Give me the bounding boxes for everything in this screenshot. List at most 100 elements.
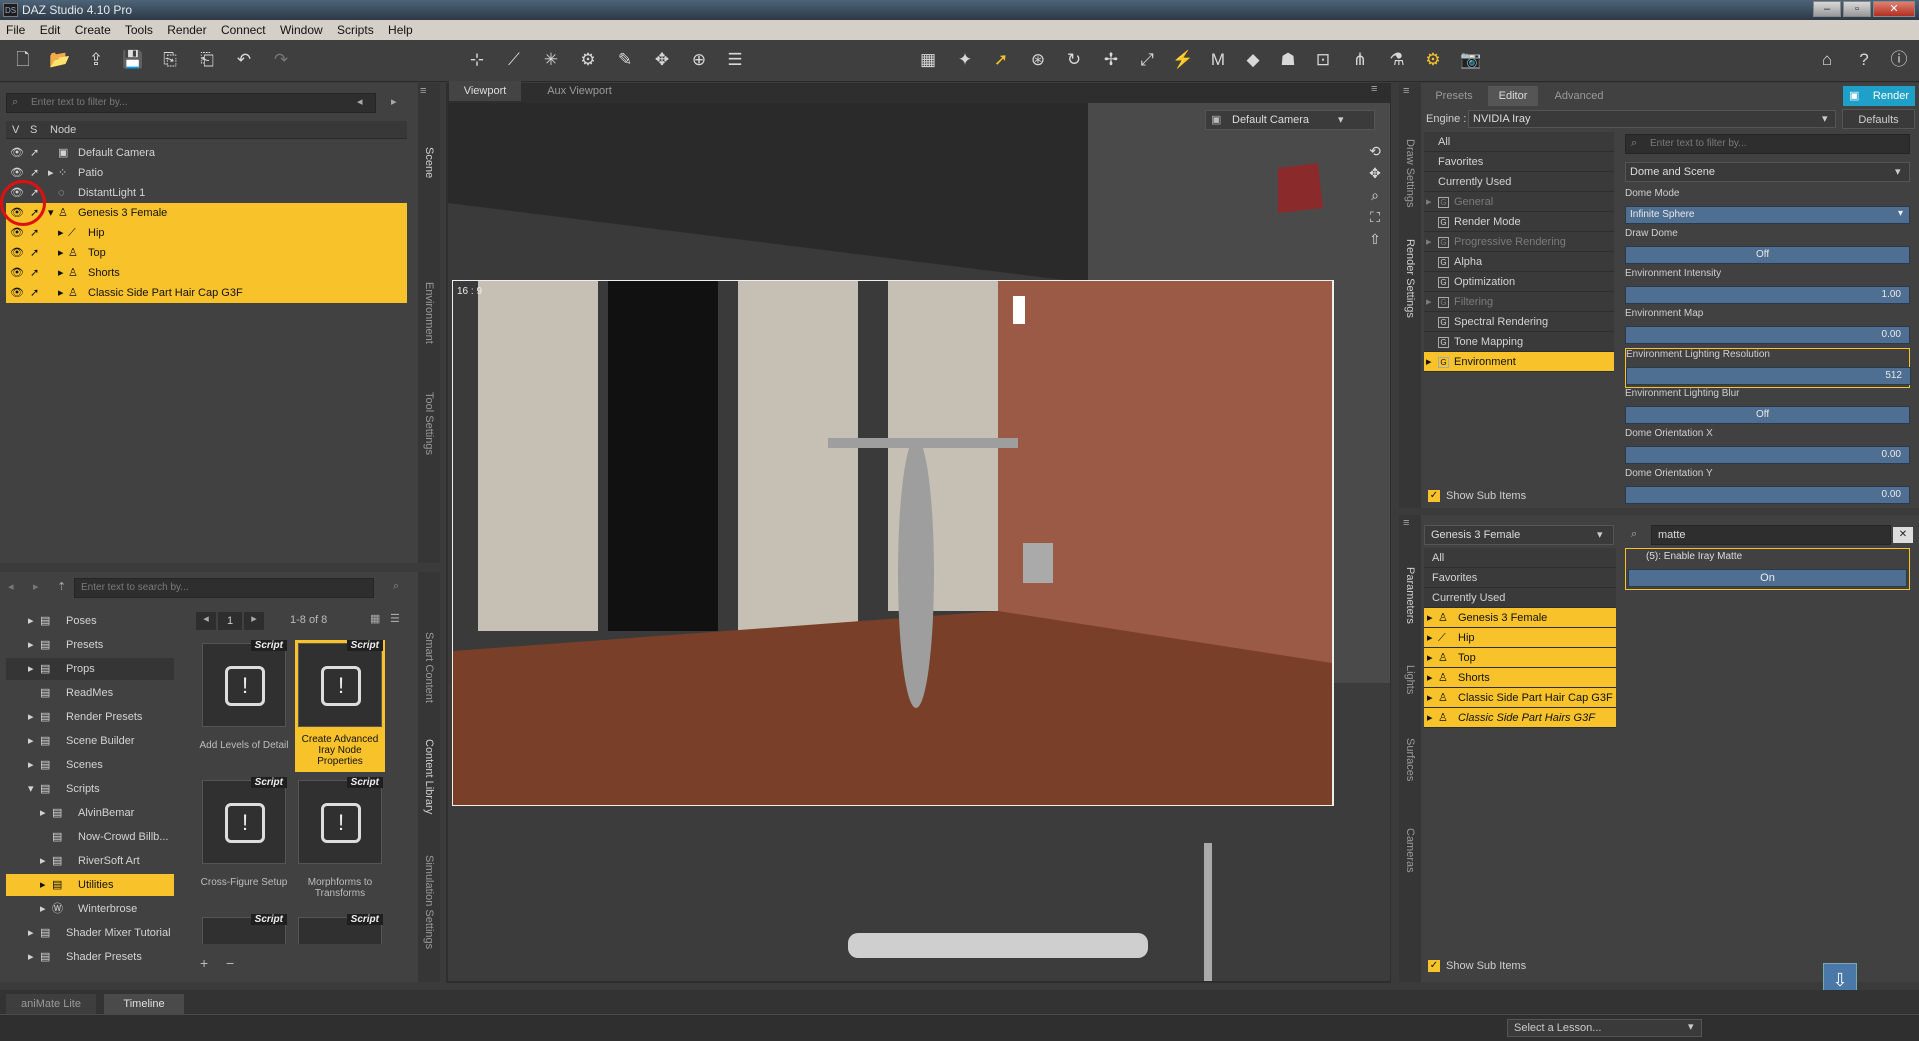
- chevron-down-icon[interactable]: ▾: [1688, 1020, 1694, 1033]
- tab-scene[interactable]: Scene: [420, 123, 438, 203]
- pointer-icon[interactable]: ➚: [30, 283, 39, 303]
- home-icon[interactable]: ⌂: [1816, 49, 1838, 71]
- expand-icon[interactable]: ▸: [1427, 628, 1433, 648]
- dome-mode-select[interactable]: Infinite Sphere ▾: [1625, 206, 1910, 224]
- tab-timeline[interactable]: Timeline: [104, 994, 184, 1014]
- arrow-right-icon[interactable]: ▸: [391, 95, 397, 108]
- expand-icon[interactable]: ▸: [1427, 668, 1433, 688]
- scene-row[interactable]: 👁 ➚ ▣ Default Camera: [6, 143, 407, 163]
- clear-filter-icon[interactable]: ✕: [1893, 527, 1913, 543]
- tab-surfaces[interactable]: Surfaces: [1401, 720, 1419, 800]
- tab-viewport[interactable]: Viewport: [449, 81, 521, 101]
- render-settings-icon[interactable]: ⚙: [1422, 49, 1444, 71]
- expand-icon[interactable]: ▸: [28, 946, 34, 968]
- chevron-down-icon[interactable]: ▾: [1895, 165, 1901, 178]
- library-item[interactable]: ▸ ▤ Poses: [6, 610, 174, 632]
- node-selection-icon[interactable]: ⊹: [466, 49, 488, 71]
- save-icon[interactable]: 💾: [122, 49, 144, 71]
- eye-icon[interactable]: 👁: [10, 243, 24, 263]
- menu-edit[interactable]: Edit: [40, 23, 61, 37]
- add-icon[interactable]: +: [200, 955, 208, 971]
- library-tile[interactable]: ! Script Add Levels of Detail: [199, 640, 289, 772]
- expand-icon[interactable]: ▸: [28, 610, 34, 632]
- eye-icon[interactable]: 👁: [10, 283, 24, 303]
- new-icon[interactable]: 🗋: [12, 49, 34, 71]
- orbit-icon[interactable]: ⟲: [1365, 140, 1385, 162]
- param-cat[interactable]: ▸ ♙ Genesis 3 Female: [1424, 608, 1616, 628]
- expand-icon[interactable]: ▸: [58, 223, 64, 243]
- maximize-button[interactable]: ▫: [1843, 1, 1871, 17]
- minimize-button[interactable]: –: [1813, 1, 1841, 17]
- param-cat[interactable]: All: [1424, 548, 1616, 568]
- expand-icon[interactable]: ▸: [58, 283, 64, 303]
- render-cat[interactable]: G Alpha: [1424, 252, 1614, 272]
- eye-icon[interactable]: 👁: [10, 143, 24, 163]
- param-cat[interactable]: ▸ ♙ Shorts: [1424, 668, 1616, 688]
- env-lighting-resolution-slider[interactable]: 512: [1626, 367, 1911, 385]
- tab-draw-settings[interactable]: Draw Settings: [1401, 123, 1419, 223]
- scene-row[interactable]: 👁 ➚ ▸ ⟋ Hip: [6, 223, 407, 243]
- show-sub-items-params[interactable]: ✓ Show Sub Items: [1428, 958, 1618, 974]
- environment-intensity-slider[interactable]: 1.00: [1625, 286, 1910, 304]
- expand-icon[interactable]: ▸: [1426, 352, 1432, 372]
- surface-selection-icon[interactable]: ⚙: [577, 49, 599, 71]
- reset-icon[interactable]: ⇧: [1365, 228, 1385, 250]
- render-cat[interactable]: ▸ G Filtering: [1424, 292, 1614, 312]
- enable-iray-matte-toggle[interactable]: On: [1628, 569, 1907, 587]
- render-cat[interactable]: ▸ G General: [1424, 192, 1614, 212]
- tab-tool-settings[interactable]: Tool Settings: [420, 373, 438, 473]
- render-cat[interactable]: Currently Used: [1424, 172, 1614, 192]
- help-icon[interactable]: ?: [1853, 49, 1875, 71]
- checkbox-icon[interactable]: ✓: [1428, 960, 1440, 972]
- up-icon[interactable]: ⇡: [57, 580, 66, 593]
- param-cat[interactable]: ▸ ♙ Classic Side Part Hair Cap G3F: [1424, 688, 1616, 708]
- show-sub-items-render[interactable]: ✓ Show Sub Items: [1428, 488, 1618, 504]
- scene-row[interactable]: 👁 ➚ ▸ ⁘ Patio: [6, 163, 407, 183]
- pointer-icon[interactable]: ➚: [30, 163, 39, 183]
- transform-icon[interactable]: ⚡: [1172, 49, 1194, 71]
- list-view-icon[interactable]: ☰: [390, 612, 400, 625]
- eye-icon[interactable]: 👁: [10, 263, 24, 283]
- info-icon[interactable]: ⓘ: [1888, 49, 1910, 71]
- expand-icon[interactable]: ▸: [1427, 708, 1433, 728]
- lesson-select[interactable]: Select a Lesson...: [1507, 1019, 1702, 1037]
- render-camera-icon[interactable]: 📷: [1460, 49, 1482, 71]
- expand-icon[interactable]: ▸: [40, 802, 46, 824]
- align-icon[interactable]: ☰: [724, 49, 746, 71]
- iray-icon[interactable]: ⚗: [1386, 49, 1408, 71]
- tab-aux-viewport[interactable]: Aux Viewport: [527, 81, 632, 101]
- back-icon[interactable]: ◂: [8, 580, 14, 593]
- tab-smart-content[interactable]: Smart Content: [420, 612, 438, 722]
- tab-simulation-settings[interactable]: Simulation Settings: [420, 842, 438, 962]
- scale-icon[interactable]: ⤢: [1136, 49, 1158, 71]
- env-lighting-blur-toggle[interactable]: Off: [1625, 406, 1910, 424]
- tab-environment[interactable]: Environment: [420, 263, 438, 363]
- render-cat[interactable]: G Tone Mapping: [1424, 332, 1614, 352]
- expand-icon[interactable]: ▸: [1427, 608, 1433, 628]
- pan-icon[interactable]: ✥: [1365, 162, 1385, 184]
- library-item[interactable]: ▸ ▤ Shader Mixer Tutorial: [6, 922, 174, 944]
- expand-icon[interactable]: ▸: [1426, 192, 1432, 212]
- environment-map-slider[interactable]: 0.00: [1625, 326, 1910, 344]
- menu-help[interactable]: Help: [388, 23, 413, 37]
- scene-row[interactable]: 👁 ➚ ▸ ♙ Shorts: [6, 263, 407, 283]
- geometry-editor-icon[interactable]: ✎: [614, 49, 636, 71]
- search-icon[interactable]: ⌕: [393, 580, 399, 593]
- col-node[interactable]: Node: [50, 121, 76, 139]
- expand-icon[interactable]: ▸: [58, 243, 64, 263]
- merge-icon[interactable]: ⇪: [85, 49, 107, 71]
- param-cat[interactable]: ▸ ⟋ Hip: [1424, 628, 1616, 648]
- dome-orientation-x-slider[interactable]: 0.00: [1625, 446, 1910, 464]
- arrow-left-icon[interactable]: ◂: [357, 95, 363, 108]
- pose-tool-icon[interactable]: ✥: [651, 49, 673, 71]
- panel-menu-icon[interactable]: ≡: [1403, 85, 1409, 97]
- page-number[interactable]: 1: [218, 612, 242, 630]
- menu-render[interactable]: Render: [167, 23, 206, 37]
- library-item[interactable]: ▸ ▤ Props: [6, 658, 174, 680]
- pointer-icon[interactable]: ➚: [30, 243, 39, 263]
- redo-icon[interactable]: ↷: [270, 49, 292, 71]
- library-item[interactable]: ▸ ▤ Utilities: [6, 874, 174, 896]
- scene-row[interactable]: 👁 ➚ ▾ ♙ Genesis 3 Female: [6, 203, 407, 223]
- scene-row[interactable]: 👁 ➚ ▸ ♙ Top: [6, 243, 407, 263]
- menu-scripts[interactable]: Scripts: [337, 23, 374, 37]
